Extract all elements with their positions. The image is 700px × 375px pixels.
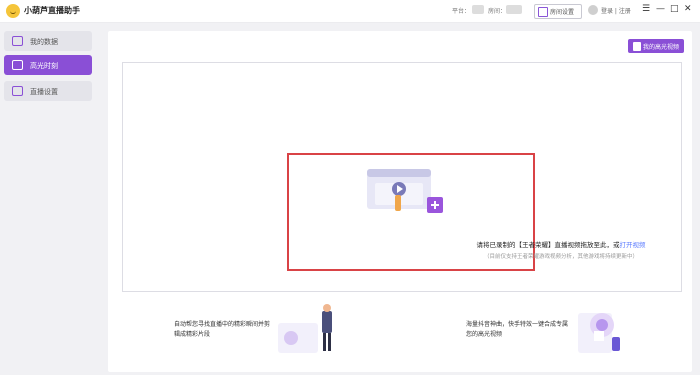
upload-illustration <box>367 169 443 213</box>
video-dropzone[interactable]: 请将已录制的【王者荣耀】直播视频拖放至此，或打开视频 （目前仅支持王者荣耀游戏视… <box>122 62 682 292</box>
highlight-icon <box>12 60 23 70</box>
maximize-icon[interactable]: □ <box>670 4 679 14</box>
my-highlight-videos-button[interactable]: 我的高光视频 <box>628 39 684 53</box>
feature-auto-highlight-illustration <box>278 304 332 353</box>
sidebar-item-highlight[interactable]: 高光时刻 <box>4 55 92 75</box>
main-panel: 我的高光视频 请将已录制的【王者荣耀】直播视频拖放至此，或打开视频 （目前仅支持… <box>108 31 692 372</box>
app-logo-icon <box>6 4 20 18</box>
close-icon[interactable]: ✕ <box>684 4 692 14</box>
avatar[interactable] <box>588 5 598 15</box>
platform-value <box>472 5 484 14</box>
my-highlight-videos-label: 我的高光视频 <box>643 44 680 51</box>
room-settings-label: 房间设置 <box>550 9 575 16</box>
sidebar-item-live-settings[interactable]: 直播设置 <box>4 81 92 101</box>
minimize-icon[interactable]: — <box>656 4 665 14</box>
feature-auto-highlight-text: 自动帮您寻找直播中的精彩瞬间并剪辑成精彩片段 <box>174 321 271 338</box>
home-icon <box>538 7 548 17</box>
live-settings-icon <box>12 86 23 96</box>
sidebar: 我的数据 高光时刻 直播设置 <box>0 23 100 375</box>
sidebar-item-label: 我的数据 <box>30 38 58 46</box>
dropzone-focus-frame: 请将已录制的【王者荣耀】直播视频拖放至此，或打开视频 （目前仅支持王者荣耀游戏视… <box>287 153 646 271</box>
video-icon <box>633 42 641 51</box>
sidebar-item-label: 直播设置 <box>30 88 58 96</box>
feature-music-effects-illustration <box>578 313 620 353</box>
sidebar-item-label: 高光时刻 <box>30 62 58 70</box>
dropzone-prompt: 请将已录制的【王者荣耀】直播视频拖放至此，或打开视频 <box>476 241 646 249</box>
room-settings-button[interactable]: 房间设置 <box>534 4 582 19</box>
app-title: 小葫芦直播助手 <box>24 6 80 15</box>
room-label: 房间： <box>488 8 507 15</box>
data-icon <box>12 36 23 46</box>
room-value <box>506 5 522 14</box>
open-video-link[interactable]: 打开视频 <box>620 241 646 249</box>
title-bar: 小葫芦直播助手 平台： 房间： 房间设置 登录 | 注册 ☰ — □ ✕ <box>0 0 700 23</box>
login-register-link[interactable]: 登录 | 注册 <box>601 6 631 15</box>
menu-icon[interactable]: ☰ <box>642 4 650 14</box>
feature-music-effects-text: 海量抖音神曲，快手特效一键合成专属您的高光视频 <box>466 321 569 338</box>
sidebar-item-my-data[interactable]: 我的数据 <box>4 31 92 51</box>
platform-label: 平台： <box>452 8 471 15</box>
dropzone-hint: （目前仅支持王者荣耀游戏视频分析，其他游戏将持续更新中） <box>483 254 638 260</box>
